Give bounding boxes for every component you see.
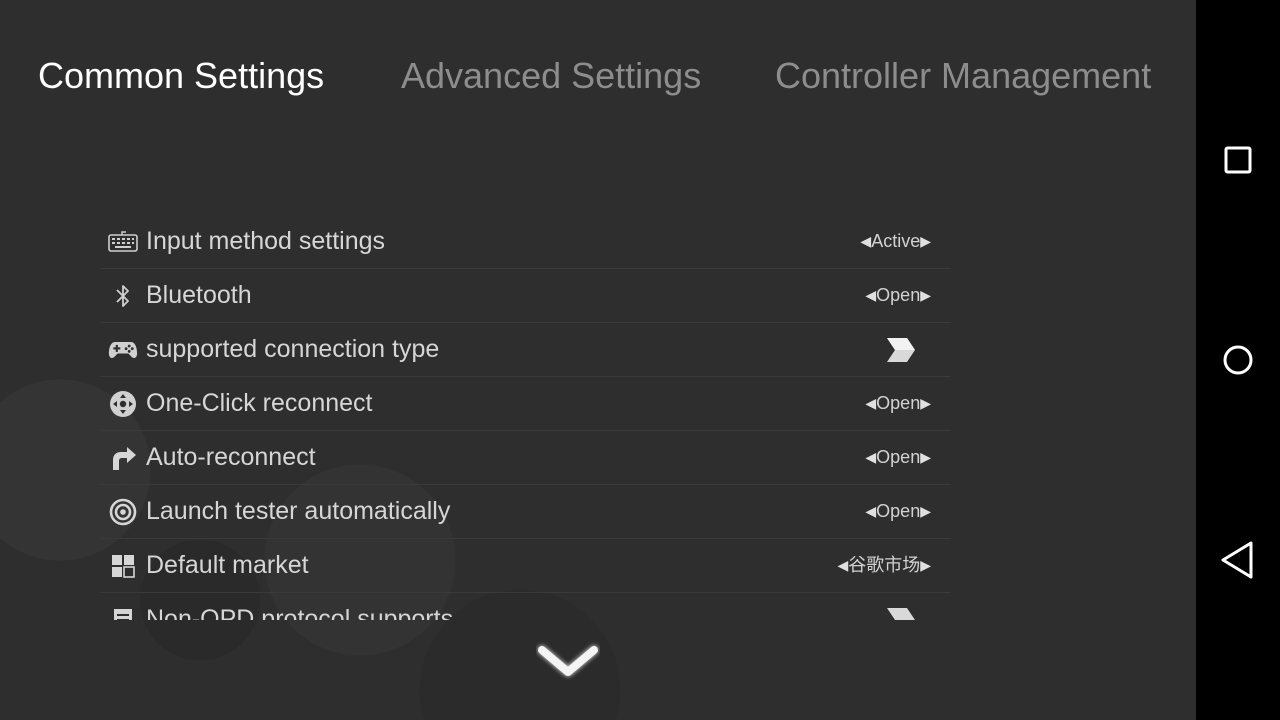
scroll-down-chevron-icon[interactable]	[536, 640, 600, 680]
setting-value: Active	[871, 231, 921, 251]
setting-row-non-opd-protocol[interactable]: Non-OPD protocol supports	[100, 593, 951, 620]
arrow-right-icon[interactable]: ▶	[920, 485, 931, 538]
chevron-right-icon[interactable]	[885, 336, 917, 364]
arrow-right-icon[interactable]: ▶	[920, 539, 931, 592]
back-triangle-icon[interactable]	[1218, 540, 1258, 580]
arrow-left-icon[interactable]: ◀	[865, 431, 876, 484]
setting-row-bluetooth[interactable]: Bluetooth ◀ Open ▶	[100, 269, 951, 323]
setting-row-auto-reconnect[interactable]: Auto-reconnect ◀ Open ▶	[100, 431, 951, 485]
bluetooth-icon	[108, 281, 138, 311]
dpad-icon	[108, 389, 138, 419]
arrow-right-icon[interactable]: ▶	[920, 431, 931, 484]
recents-square-icon[interactable]	[1218, 140, 1258, 180]
setting-label: supported connection type	[146, 335, 440, 363]
tab-common-settings[interactable]: Common Settings	[38, 54, 324, 98]
arrow-left-icon[interactable]: ◀	[865, 377, 876, 430]
setting-value: Open	[876, 285, 921, 305]
setting-label: Non-OPD protocol supports	[146, 605, 454, 620]
setting-label: One-Click reconnect	[146, 389, 373, 417]
setting-selector[interactable]: ◀ 谷歌市场 ▶	[837, 539, 931, 592]
setting-value: Open	[876, 393, 921, 413]
gamepad-icon	[108, 335, 138, 365]
setting-selector[interactable]: ◀ Open ▶	[865, 269, 931, 322]
setting-selector[interactable]: ◀ Active ▶	[860, 215, 931, 268]
setting-label: Auto-reconnect	[146, 443, 316, 471]
setting-label: Default market	[146, 551, 309, 579]
setting-row-connection-type[interactable]: supported connection type	[100, 323, 951, 377]
setting-value: Open	[876, 501, 921, 521]
redo-arrow-icon	[108, 443, 138, 473]
chevron-right-icon[interactable]	[885, 606, 917, 620]
settings-list: Input method settings ◀ Active ▶ Bluetooth…	[100, 215, 951, 620]
home-circle-icon[interactable]	[1218, 340, 1258, 380]
setting-label: Input method settings	[146, 227, 386, 255]
setting-row-input-method[interactable]: Input method settings ◀ Active ▶	[100, 215, 951, 269]
setting-selector[interactable]: ◀ Open ▶	[865, 377, 931, 430]
setting-label: Bluetooth	[146, 281, 252, 309]
setting-row-launch-tester[interactable]: Launch tester automatically ◀ Open ▶	[100, 485, 951, 539]
arrow-left-icon[interactable]: ◀	[860, 215, 871, 268]
target-icon	[108, 497, 138, 527]
grid-icon	[108, 551, 138, 581]
setting-selector[interactable]: ◀ Open ▶	[865, 431, 931, 484]
arrow-left-icon[interactable]: ◀	[865, 269, 876, 322]
document-icon	[108, 605, 138, 620]
setting-value: Open	[876, 447, 921, 467]
setting-row-default-market[interactable]: Default market ◀ 谷歌市场 ▶	[100, 539, 951, 593]
setting-label: Launch tester automatically	[146, 497, 451, 525]
setting-value: 谷歌市场	[848, 555, 921, 575]
arrow-left-icon[interactable]: ◀	[865, 485, 876, 538]
arrow-right-icon[interactable]: ▶	[920, 269, 931, 322]
android-nav-bar	[1196, 0, 1280, 720]
setting-selector[interactable]: ◀ Open ▶	[865, 485, 931, 538]
arrow-left-icon[interactable]: ◀	[837, 539, 848, 592]
tab-controller-management[interactable]: Controller Management	[775, 54, 1151, 98]
arrow-right-icon[interactable]: ▶	[920, 377, 931, 430]
arrow-right-icon[interactable]: ▶	[920, 215, 931, 268]
keyboard-icon	[108, 227, 138, 257]
setting-row-one-click-reconnect[interactable]: One-Click reconnect ◀ Open ▶	[100, 377, 951, 431]
settings-screen: Common Settings Advanced Settings Contro…	[0, 0, 1196, 720]
tab-advanced-settings[interactable]: Advanced Settings	[401, 54, 701, 98]
